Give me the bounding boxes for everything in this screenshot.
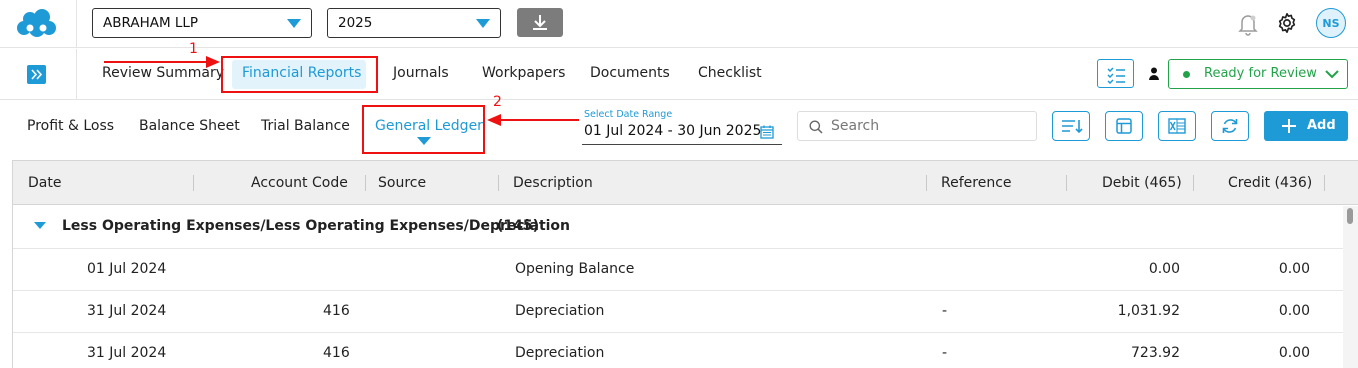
column-header-account-code[interactable]: Account Code [251,175,348,191]
tab-documents[interactable]: Documents [590,65,670,81]
report-tab-trial-balance[interactable]: Trial Balance [261,118,350,134]
gear-icon[interactable] [1276,12,1298,34]
report-tab-balance-sheet[interactable]: Balance Sheet [139,118,240,134]
column-resize-handle[interactable] [365,175,366,191]
column-resize-handle[interactable] [926,175,927,191]
export-excel-button[interactable] [1158,111,1196,141]
cell-debit: 0.00 [1148,261,1180,277]
chevron-down-icon [287,19,301,28]
top-bar: ABRAHAM LLP 2025 NS [0,0,1358,48]
chevron-down-icon [476,19,490,28]
group-row[interactable]: Less Operating Expenses/Less Operating E… [13,205,1343,249]
app-root: ABRAHAM LLP 2025 NS Review Summary Finan… [0,0,1358,368]
column-resize-handle[interactable] [1324,175,1325,191]
cell-reference: - [942,303,948,319]
column-resize-handle[interactable] [498,175,499,191]
column-header-source[interactable]: Source [378,175,426,191]
cell-date: 01 Jul 2024 [87,261,167,277]
cell-source: 416 [323,303,350,319]
excel-icon [1168,118,1186,134]
divider [76,0,77,48]
annotation-number-2: 2 [493,94,502,110]
cell-credit: 0.00 [1278,303,1310,319]
columns-button[interactable] [1105,111,1143,141]
cell-description: Depreciation [515,345,605,361]
status-dot-icon [1183,71,1190,78]
cell-date: 31 Jul 2024 [87,345,167,361]
layout-icon [1116,118,1132,134]
year-select[interactable]: 2025 [327,8,501,38]
report-tab-profit-loss[interactable]: Profit & Loss [27,118,114,134]
column-header-credit[interactable]: Credit (436) [1228,175,1312,191]
cell-credit: 0.00 [1278,345,1310,361]
group-count: (145) [497,218,540,234]
cell-description: Depreciation [515,303,605,319]
table-row[interactable]: 01 Jul 2024 Opening Balance 0.00 0.00 [13,249,1343,291]
column-resize-handle[interactable] [1066,175,1067,191]
sort-button[interactable] [1052,111,1090,141]
main-nav: Review Summary Financial Reports Journal… [0,41,1358,100]
tab-checklist[interactable]: Checklist [698,65,762,81]
divider [76,49,77,100]
add-button[interactable]: Add [1264,111,1348,141]
group-title: Less Operating Expenses/Less Operating E… [62,218,571,234]
cell-date: 31 Jul 2024 [87,303,167,319]
cell-debit: 1,031.92 [1117,303,1180,319]
scrollbar-thumb[interactable] [1347,208,1353,224]
expand-sidebar-button[interactable] [27,65,46,84]
review-status-label: Ready for Review [1204,66,1317,81]
calendar-icon[interactable] [760,125,774,139]
add-button-label: Add [1307,118,1336,133]
cell-description: Opening Balance [515,261,635,277]
ledger-grid: Date Account Code Source Description Ref… [12,160,1358,368]
cell-reference: - [942,345,948,361]
avatar[interactable]: NS [1316,8,1346,38]
download-button[interactable] [517,8,563,37]
annotation-box-2 [362,105,485,154]
table-row[interactable]: 31 Jul 2024 416 Depreciation - 1,031.92 … [13,291,1343,333]
annotation-arrow-icon [104,56,220,68]
bell-icon[interactable] [1237,12,1259,36]
cloud-logo-icon[interactable] [14,8,60,38]
annotation-arrow-icon [487,114,579,126]
column-resize-handle[interactable] [1193,175,1194,191]
double-chevron-right-icon [31,69,43,80]
chevron-down-icon [1325,70,1339,79]
search-placeholder: Search [831,118,880,134]
table-row[interactable]: 31 Jul 2024 416 Depreciation - 723.92 0.… [13,333,1343,368]
checklist-button[interactable] [1097,59,1134,88]
year-select-value: 2025 [338,15,373,31]
download-icon [533,15,547,30]
column-resize-handle[interactable] [193,175,194,191]
checklist-icon [1107,67,1125,85]
collapse-caret-icon[interactable] [34,222,46,229]
column-header-date[interactable]: Date [28,175,61,191]
report-toolbar: Profit & Loss Balance Sheet Trial Balanc… [0,94,1358,154]
date-range-field[interactable]: Select Date Range 01 Jul 2024 - 30 Jun 2… [582,107,782,145]
user-icon [1149,67,1159,80]
avatar-initials: NS [1322,16,1340,30]
column-header-debit[interactable]: Debit (465) [1102,175,1182,191]
date-range-label: Select Date Range [584,109,673,120]
cell-source: 416 [323,345,350,361]
refresh-button[interactable] [1211,111,1249,141]
cell-credit: 0.00 [1278,261,1310,277]
refresh-icon [1222,119,1238,133]
sort-icon [1062,120,1083,134]
column-header-description[interactable]: Description [513,175,593,191]
tab-workpapers[interactable]: Workpapers [482,65,565,81]
grid-header: Date Account Code Source Description Ref… [13,161,1358,205]
column-header-reference[interactable]: Reference [941,175,1012,191]
cell-debit: 723.92 [1131,345,1180,361]
annotation-box-1 [221,56,378,93]
search-icon [809,120,823,134]
date-range-value: 01 Jul 2024 - 30 Jun 2025 [584,123,762,139]
review-status-select[interactable]: Ready for Review [1168,59,1348,89]
vertical-scrollbar[interactable] [1343,206,1358,368]
tab-journals[interactable]: Journals [393,65,449,81]
client-select-value: ABRAHAM LLP [103,15,199,31]
plus-icon [1282,119,1296,133]
client-select[interactable]: ABRAHAM LLP [92,8,312,38]
search-input[interactable]: Search [797,111,1037,141]
